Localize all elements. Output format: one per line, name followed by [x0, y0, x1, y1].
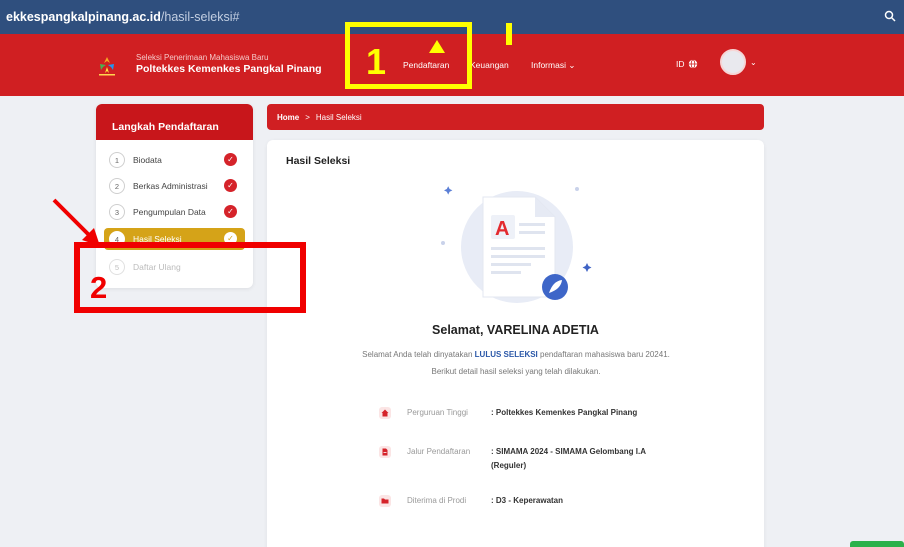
step-label: Biodata [133, 155, 162, 165]
avatar[interactable] [720, 49, 746, 75]
brand-subtitle: Seleksi Penerimaan Mahasiswa Baru [136, 53, 269, 62]
check-icon: ✓ [224, 205, 237, 218]
annotation-cursor-mark [506, 23, 512, 45]
detail-value: : D3 - Keperawatan [491, 496, 564, 505]
result-card: Hasil Seleksi A Selamat, VARELINA ADETIA… [267, 140, 764, 547]
greeting-heading: Selamat, VARELINA ADETIA [432, 323, 599, 337]
annotation-label-2: 2 [90, 270, 108, 305]
chevron-down-icon[interactable]: ⌄ [750, 58, 757, 67]
message-text-pre: Selamat Anda telah dinyatakan [362, 350, 475, 359]
document-illustration-icon: A [441, 186, 592, 303]
detail-value: : Poltekkes Kemenkes Pangkal Pinang [491, 408, 638, 417]
detail-label: Perguruan Tinggi [407, 408, 468, 417]
breadcrumb: Home > Hasil Seleksi [267, 104, 764, 130]
home-icon [379, 407, 391, 419]
nav-informasi-label: Informasi [531, 60, 566, 70]
chevron-down-icon: ⌄ [568, 60, 576, 70]
breadcrumb-home[interactable]: Home [277, 113, 299, 122]
page-title: Hasil Seleksi [286, 155, 351, 167]
sidebar-title: Langkah Pendaftaran [96, 104, 253, 140]
sidebar-item-biodata[interactable]: 1 Biodata ✓ [104, 149, 245, 171]
breadcrumb-separator: > [305, 112, 310, 122]
check-icon: ✓ [224, 179, 237, 192]
folder-icon [379, 495, 391, 507]
sidebar-item-pengumpulan-data[interactable]: 3 Pengumpulan Data ✓ [104, 201, 245, 223]
annotation-box-1 [345, 22, 472, 89]
logo-icon[interactable] [96, 55, 118, 77]
chat-widget-tab[interactable] [850, 541, 904, 547]
annotation-label-1: 1 [366, 41, 387, 82]
language-switcher[interactable]: ID [676, 59, 698, 69]
globe-icon [688, 59, 697, 69]
detail-row-perguruan-tinggi: Perguruan Tinggi : Poltekkes Kemenkes Pa… [379, 406, 681, 420]
step-number: 1 [109, 152, 125, 168]
annotation-box-2 [74, 242, 306, 313]
detail-label: Diterima di Prodi [407, 496, 467, 505]
sidebar-item-berkas-administrasi[interactable]: 2 Berkas Administrasi ✓ [104, 175, 245, 197]
nav-keuangan[interactable]: Keuangan [470, 60, 509, 70]
nav-informasi[interactable]: Informasi ⌄ [531, 60, 575, 71]
step-label: Pengumpulan Data [133, 207, 206, 217]
step-label: Berkas Administrasi [133, 181, 208, 191]
language-label: ID [676, 59, 685, 69]
check-icon: ✓ [224, 153, 237, 166]
detail-value: : SIMAMA 2024 - SIMAMA Gelombang I.A (Re… [491, 447, 646, 470]
annotation-pointer-icon [429, 40, 445, 53]
result-message: Selamat Anda telah dinyatakan LULUS SELE… [361, 346, 671, 380]
document-icon [379, 446, 391, 458]
brand-title[interactable]: Poltekkes Kemenkes Pangkal Pinang [136, 63, 322, 75]
search-icon[interactable] [884, 10, 896, 22]
breadcrumb-current: Hasil Seleksi [315, 112, 362, 122]
detail-row-diterima-di-prodi: Diterima di Prodi : D3 - Keperawatan [379, 494, 681, 508]
step-number: 2 [109, 178, 125, 194]
detail-label: Jalur Pendaftaran [407, 447, 471, 456]
url-path: /hasil-seleksi# [160, 10, 240, 24]
step-number: 3 [109, 204, 125, 220]
message-highlight: LULUS SELEKSI [474, 350, 538, 359]
detail-row-jalur-pendaftaran: Jalur Pendaftaran : SIMAMA 2024 - SIMAMA… [379, 445, 681, 473]
url-domain: ekkespangkalpinang.ac.id [6, 10, 161, 24]
svg-text:A: A [495, 218, 509, 240]
